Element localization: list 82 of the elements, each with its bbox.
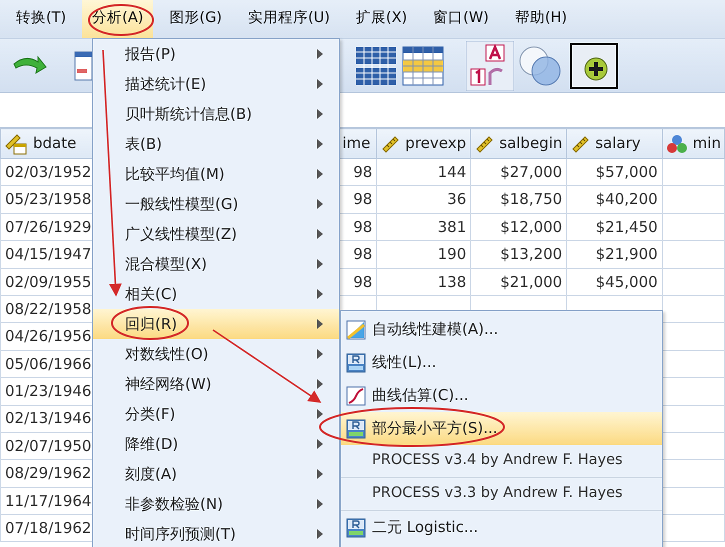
menu-item[interactable]: 对数线性(O) (93, 339, 339, 369)
submenu-arrow-icon (317, 319, 323, 329)
submenu-arrow-icon (317, 379, 323, 389)
ruler-icon (380, 134, 400, 154)
menu-item[interactable]: 部分最小平方(S)... (341, 412, 662, 445)
menu-item[interactable]: 混合模型(X) (93, 249, 339, 279)
menu-item[interactable]: 一般线性模型(G) (93, 189, 339, 219)
menu-item[interactable]: 二元 Logistic... (341, 511, 662, 544)
menu-item[interactable]: 描述统计(E) (93, 69, 339, 99)
menu-item[interactable]: 扩展(X) (346, 0, 418, 38)
menu-item[interactable]: 窗口(W) (423, 0, 499, 38)
column-header[interactable]: prevexp (376, 128, 471, 158)
table-icon[interactable] (74, 50, 92, 80)
submenu-arrow-icon (317, 229, 323, 239)
menu-item[interactable]: 线性(L)... (341, 346, 662, 379)
table-cell: 381 (376, 213, 471, 241)
table-cell: $18,750 (470, 186, 567, 214)
submenu-arrow-icon (317, 109, 323, 119)
menu-item[interactable]: 表(B) (93, 129, 339, 159)
regression-icon (346, 352, 366, 372)
table-cell: 138 (376, 268, 471, 296)
regression-icon (346, 518, 366, 538)
three-balls-icon (666, 134, 688, 154)
menu-item[interactable]: 比较平均值(M) (93, 159, 339, 189)
menu-item[interactable]: 广义线性模型(Z) (93, 219, 339, 249)
regression-icon (346, 418, 366, 438)
menu-item[interactable]: PROCESS v3.4 by Andrew F. Hayes (341, 445, 662, 478)
column-header[interactable]: salbegin (470, 128, 567, 158)
menu-item[interactable]: 实用程序(U) (238, 0, 340, 38)
value-labels-icon[interactable] (466, 40, 514, 90)
table-cell: $27,000 (470, 158, 567, 186)
menu-item[interactable]: 报告(P) (93, 39, 339, 69)
submenu-arrow-icon (317, 529, 323, 539)
submenu-arrow-icon (317, 289, 323, 299)
submenu-arrow-icon (317, 259, 323, 269)
add-icon[interactable] (570, 42, 618, 88)
ruler-icon (474, 134, 494, 154)
table-cell: $21,900 (566, 240, 662, 268)
table-cell: $57,000 (566, 158, 662, 186)
table-cell: 36 (376, 186, 471, 214)
submenu-arrow-icon (317, 139, 323, 149)
menu-item[interactable]: 自动线性建模(A)... (341, 313, 662, 346)
menu-item[interactable]: 神经网络(W) (93, 369, 339, 399)
submenu-arrow-icon (317, 79, 323, 89)
menu-item[interactable]: PROCESS v3.3 by Andrew F. Hayes (341, 478, 662, 511)
menu-item[interactable]: 刻度(A) (93, 459, 339, 489)
menu-item[interactable]: 回归(R) (93, 309, 339, 339)
annotation-ellipse (88, 4, 154, 36)
column-header[interactable]: ime (338, 128, 377, 158)
submenu-arrow-icon (317, 499, 323, 509)
submenu-arrow-icon (317, 169, 323, 179)
table-cell: $12,000 (470, 213, 567, 241)
submenu-arrow-icon (317, 439, 323, 449)
menu-item[interactable]: 曲线估算(C)... (341, 379, 662, 412)
submenu-arrow-icon (317, 49, 323, 59)
menu-item[interactable]: 非参数检验(N) (93, 489, 339, 519)
menu-item[interactable]: 转换(T) (6, 0, 76, 38)
menu-item[interactable]: 分类(F) (93, 399, 339, 429)
ruler-icon (570, 134, 590, 154)
grid-table-icon[interactable] (402, 46, 444, 86)
menu-item[interactable]: 降维(D) (93, 429, 339, 459)
menu-item[interactable]: 相关(C) (93, 279, 339, 309)
submenu-arrow-icon (317, 469, 323, 479)
table-cell: 190 (376, 240, 471, 268)
table-cell: $21,000 (470, 268, 567, 296)
table-cell: $40,200 (566, 186, 662, 214)
table-cell: $13,200 (470, 240, 567, 268)
menu-item[interactable]: 图形(G) (159, 0, 232, 38)
menu-item[interactable]: 帮助(H) (504, 0, 578, 38)
column-header[interactable]: min (662, 128, 724, 158)
table-cell: $21,450 (566, 213, 662, 241)
column-header[interactable]: salary (566, 128, 662, 158)
table-cell: 144 (376, 158, 471, 186)
submenu-arrow-icon (317, 199, 323, 209)
menu-item[interactable]: 时间序列预测(T) (93, 519, 339, 547)
curve-chart-icon (346, 386, 366, 406)
submenu-arrow-icon (317, 409, 323, 419)
ruler-calendar-icon (4, 132, 28, 154)
menu-item[interactable]: 贝叶斯统计信息(B) (93, 99, 339, 129)
auto-model-icon (346, 320, 366, 340)
submenu-arrow-icon (317, 349, 323, 359)
table-cell: $45,000 (566, 268, 662, 296)
